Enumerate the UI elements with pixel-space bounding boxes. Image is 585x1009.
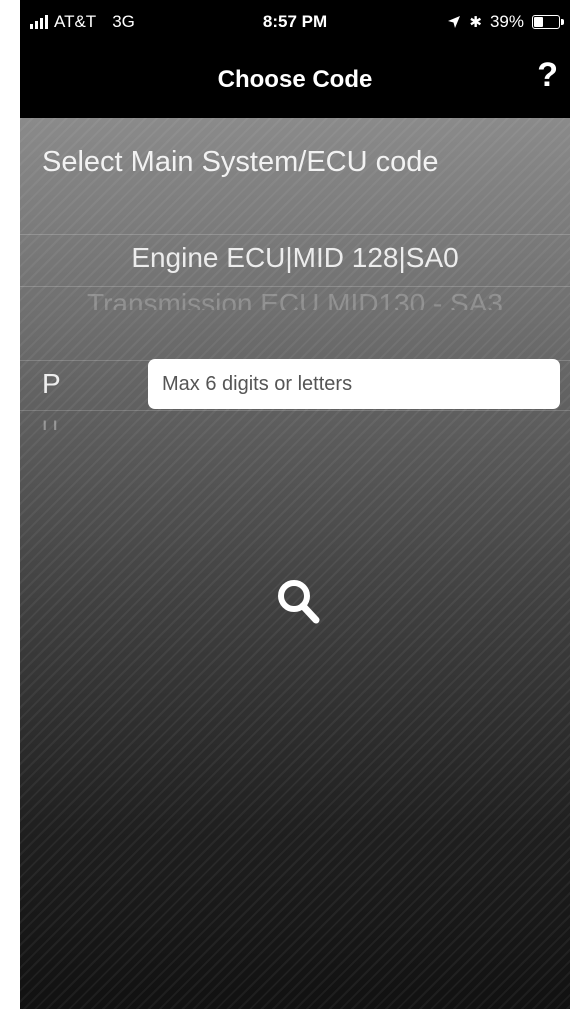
ecu-picker-next-item[interactable]: Transmission ECU MID130 - SA3	[20, 288, 570, 310]
page-title: Choose Code	[217, 66, 373, 93]
help-button[interactable]: ?	[537, 56, 558, 95]
search-icon[interactable]	[274, 576, 324, 628]
battery-percent: 39%	[489, 12, 524, 31]
code-input[interactable]	[148, 359, 560, 409]
prefix-picker-bottom-line	[20, 410, 570, 411]
main-content: Select Main System/ECU code Engine ECU|M…	[20, 118, 570, 1009]
battery-fill	[534, 17, 543, 27]
ecu-picker-top-line	[20, 234, 570, 235]
system-heading: Select Main System/ECU code	[42, 146, 439, 178]
ecu-picker-bottom-line	[20, 286, 570, 287]
bluetooth-icon: ✱	[469, 14, 482, 31]
ecu-picker-selected-item[interactable]: Engine ECU|MID 128|SA0	[20, 242, 570, 274]
status-bar: AT&T 3G 8:57 PM ✱ 39%	[20, 0, 570, 44]
prefix-picker-next-item[interactable]: U	[42, 416, 58, 430]
navigation-bar: Choose Code ?	[20, 44, 570, 118]
location-arrow-icon	[448, 16, 461, 28]
phone-screen: AT&T 3G 8:57 PM ✱ 39% Choose Code ? Sele…	[20, 0, 570, 1009]
prefix-picker-selected-item[interactable]: P	[42, 368, 61, 400]
battery-icon	[532, 15, 564, 29]
